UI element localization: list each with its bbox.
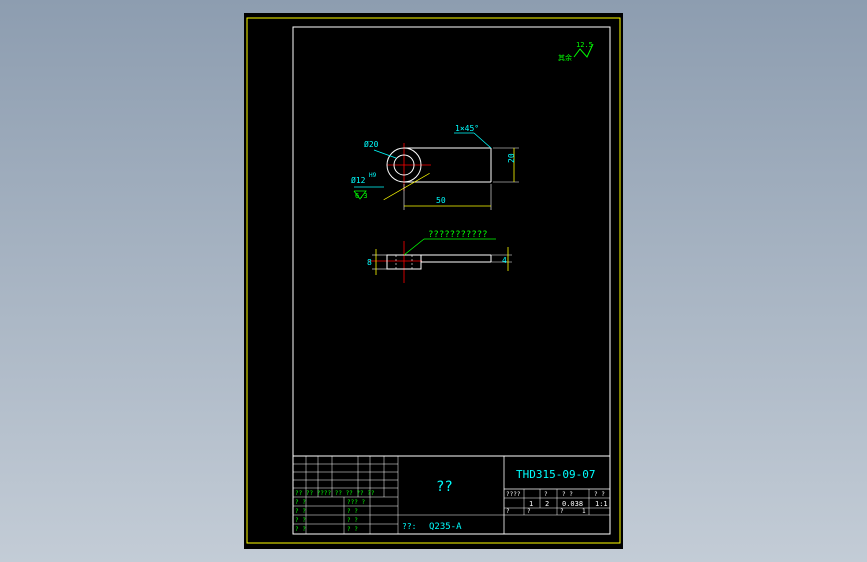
dim-bore-dia: Ø12: [351, 175, 366, 185]
svg-text:????: ????: [506, 491, 521, 498]
drawing-sheet: 12.5 其余 Ø20 Ø12 H9 6.3 1×45° 20 50 ?????…: [246, 17, 621, 544]
svg-text:? ?: ? ?: [594, 491, 605, 498]
title-block: ?? ?? ???? ?? ?? ?? ?? ? ???? ? ? ?? ? ?…: [292, 455, 611, 535]
svg-text:?: ?: [560, 508, 564, 515]
svg-text:? ?: ? ?: [295, 517, 306, 524]
svg-text:?: ?: [527, 508, 531, 515]
svg-text:? ?: ? ?: [562, 491, 573, 498]
dim-right: 4: [502, 256, 507, 265]
top-view: Ø20 Ø12 H9 6.3 1×45° 20 50: [351, 124, 519, 210]
front-leader-note: ???????????: [428, 230, 488, 240]
drawing-number: THD315-09-07: [516, 468, 595, 481]
drawing-border: [292, 26, 611, 535]
svg-text:?? ?? ???? ?? ?? ?? ??: ?? ?? ???? ?? ?? ?? ??: [295, 490, 375, 497]
scale: 1:1: [595, 500, 608, 508]
front-view: ??????????? 8 4: [367, 230, 512, 283]
bore-roughness: 6.3: [355, 192, 368, 200]
svg-text:??? ?: ??? ?: [347, 499, 365, 506]
dim-bore-tol: H9: [369, 172, 377, 179]
sheet-label: ?: [506, 508, 510, 515]
count: 2: [545, 500, 549, 508]
part-name: ??: [436, 479, 453, 495]
svg-text:? ?: ? ?: [347, 526, 358, 533]
dim-width: 20: [507, 153, 516, 163]
weight: 0.038: [562, 500, 583, 508]
dim-length: 50: [436, 196, 446, 205]
material-label: ??:: [402, 522, 416, 531]
svg-text:? ?: ? ?: [295, 499, 306, 506]
svg-text:?: ?: [544, 491, 548, 498]
svg-text:? ?: ? ?: [347, 508, 358, 515]
roughness-symbol-general: 12.5 其余: [558, 41, 594, 62]
material: Q235-A: [429, 522, 462, 532]
dim-left: 8: [367, 258, 372, 267]
roughness-value: 12.5: [576, 41, 593, 49]
drawing-canvas[interactable]: 12.5 其余 Ø20 Ø12 H9 6.3 1×45° 20 50 ?????…: [244, 13, 623, 549]
svg-text:? ?: ? ?: [295, 508, 306, 515]
roughness-note: 其余: [558, 53, 572, 62]
svg-text:? ?: ? ?: [295, 526, 306, 533]
dim-outer-dia: Ø20: [364, 139, 379, 149]
quantity: 1: [529, 500, 533, 508]
sheet-total: 1: [582, 508, 586, 515]
svg-text:? ?: ? ?: [347, 517, 358, 524]
dim-chamfer: 1×45°: [455, 124, 479, 133]
cad-viewport[interactable]: 12.5 其余 Ø20 Ø12 H9 6.3 1×45° 20 50 ?????…: [0, 0, 867, 562]
